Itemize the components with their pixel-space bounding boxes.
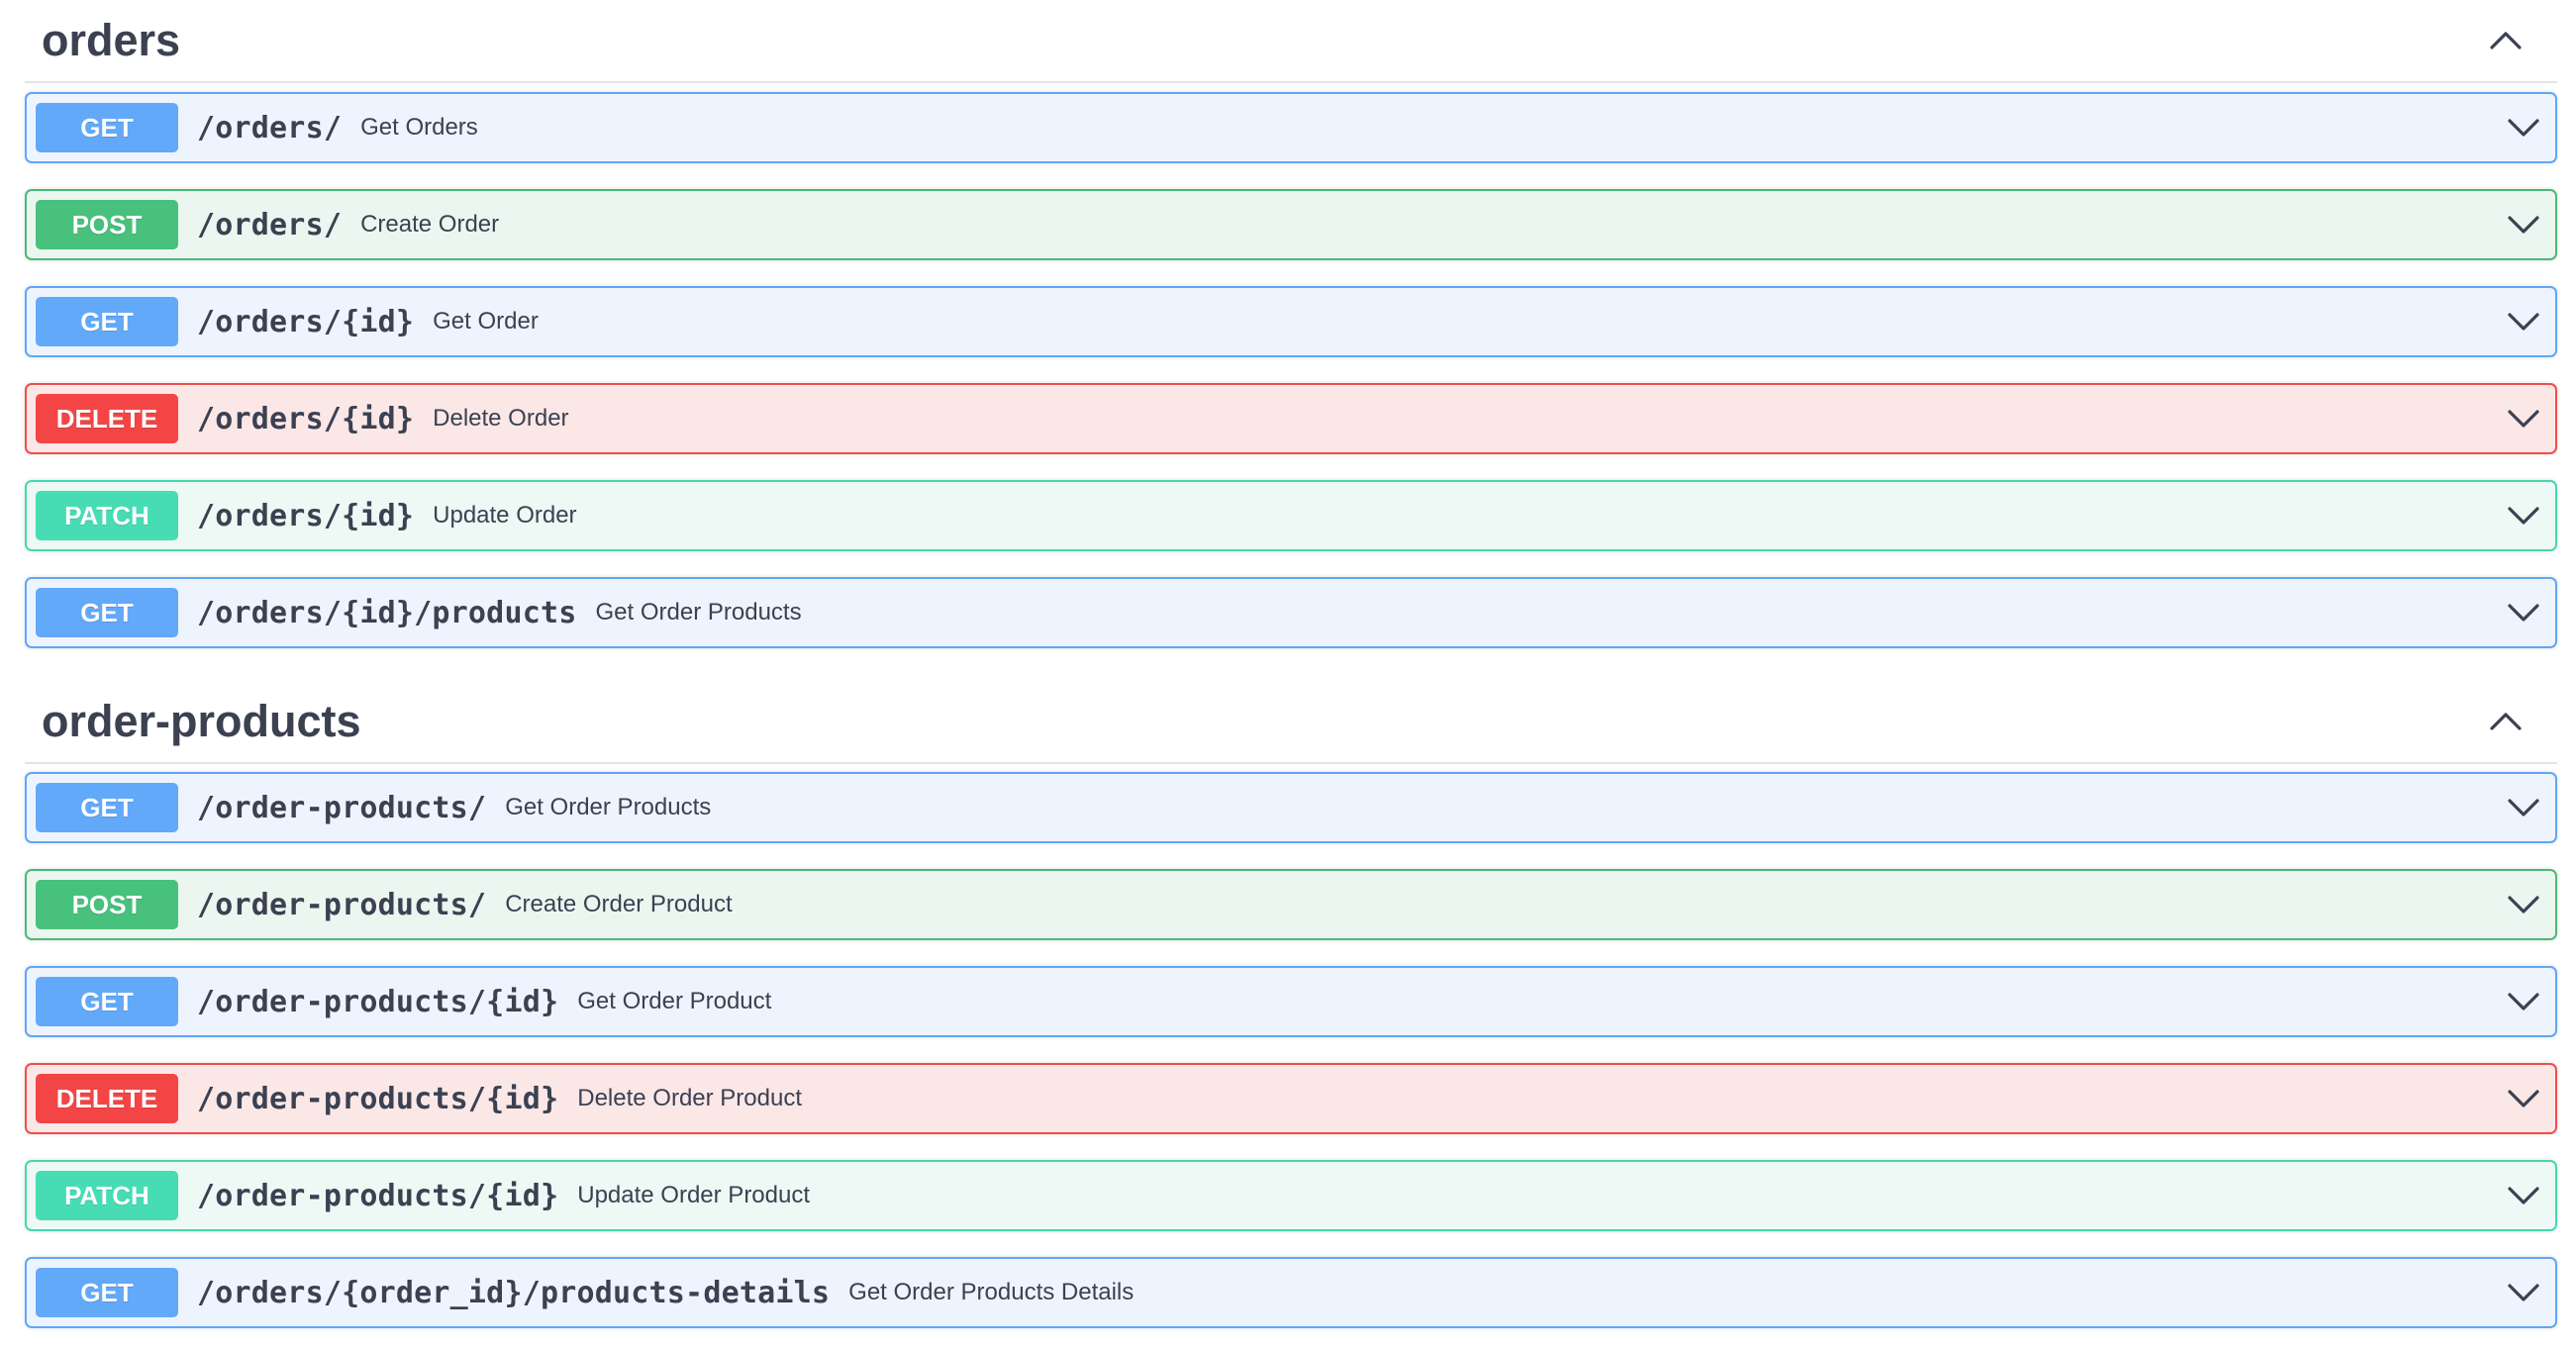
operation-get-orders[interactable]: GET /orders/ Get Orders <box>25 92 2557 163</box>
method-badge-get: GET <box>36 1268 178 1317</box>
operation-update-order-product[interactable]: PATCH /order-products/{id} Update Order … <box>25 1160 2557 1231</box>
chevron-down-icon[interactable] <box>2502 300 2545 343</box>
section-title: orders <box>42 15 181 65</box>
method-badge-get: GET <box>36 103 178 152</box>
chevron-down-icon[interactable] <box>2502 980 2545 1023</box>
operation-summary: Delete Order Product <box>577 1085 803 1111</box>
section-header-order-products[interactable]: order-products <box>25 681 2557 764</box>
operation-path: /order-products/{id} <box>197 1081 559 1116</box>
operation-path: /orders/ <box>197 110 343 145</box>
chevron-down-icon[interactable] <box>2502 1174 2545 1217</box>
section-header-orders[interactable]: orders <box>25 0 2557 83</box>
operation-get-order[interactable]: GET /orders/{id} Get Order <box>25 286 2557 357</box>
operation-get-order-products[interactable]: GET /orders/{id}/products Get Order Prod… <box>25 577 2557 648</box>
chevron-down-icon[interactable] <box>2502 1271 2545 1314</box>
operation-summary: Update Order Product <box>577 1182 811 1208</box>
chevron-down-icon[interactable] <box>2502 397 2545 440</box>
chevron-down-icon[interactable] <box>2502 786 2545 829</box>
chevron-up-icon[interactable] <box>2484 19 2527 62</box>
operation-path: /order-products/{id} <box>197 1178 559 1213</box>
chevron-down-icon[interactable] <box>2502 883 2545 926</box>
operation-create-order-product[interactable]: POST /order-products/ Create Order Produ… <box>25 869 2557 940</box>
method-badge-delete: DELETE <box>36 394 178 443</box>
method-badge-patch: PATCH <box>36 491 178 540</box>
operation-delete-order-product[interactable]: DELETE /order-products/{id} Delete Order… <box>25 1063 2557 1134</box>
chevron-down-icon[interactable] <box>2502 1077 2545 1120</box>
chevron-down-icon[interactable] <box>2502 591 2545 634</box>
operation-get-order-products-details[interactable]: GET /orders/{order_id}/products-details … <box>25 1257 2557 1328</box>
operation-summary: Create Order <box>360 211 500 238</box>
operation-path: /orders/ <box>197 207 343 242</box>
chevron-down-icon[interactable] <box>2502 494 2545 537</box>
operation-summary: Get Order Products <box>505 794 712 820</box>
operation-summary: Delete Order <box>433 405 569 432</box>
operation-summary: Get Orders <box>360 114 478 141</box>
operation-get-order-product[interactable]: GET /order-products/{id} Get Order Produ… <box>25 966 2557 1037</box>
operation-path: /order-products/ <box>197 790 487 825</box>
operation-delete-order[interactable]: DELETE /orders/{id} Delete Order <box>25 383 2557 454</box>
method-badge-patch: PATCH <box>36 1171 178 1220</box>
method-badge-get: GET <box>36 977 178 1026</box>
operation-path: /order-products/{id} <box>197 984 559 1019</box>
chevron-down-icon[interactable] <box>2502 106 2545 149</box>
chevron-up-icon[interactable] <box>2484 700 2527 743</box>
operation-path: /orders/{order_id}/products-details <box>197 1275 831 1310</box>
method-badge-get: GET <box>36 783 178 832</box>
operation-summary: Get Order <box>433 308 539 335</box>
operation-path: /orders/{id} <box>197 401 415 436</box>
operation-path: /orders/{id} <box>197 498 415 533</box>
operation-summary: Get Order Product <box>577 988 772 1014</box>
operation-summary: Update Order <box>433 502 577 529</box>
chevron-down-icon[interactable] <box>2502 203 2545 246</box>
operation-summary: Create Order Product <box>505 891 733 917</box>
method-badge-delete: DELETE <box>36 1074 178 1123</box>
operation-path: /orders/{id} <box>197 304 415 339</box>
method-badge-get: GET <box>36 588 178 637</box>
method-badge-post: POST <box>36 880 178 929</box>
section-title: order-products <box>42 696 361 746</box>
operation-summary: Get Order Products Details <box>848 1279 1135 1305</box>
operation-update-order[interactable]: PATCH /orders/{id} Update Order <box>25 480 2557 551</box>
operation-create-order[interactable]: POST /orders/ Create Order <box>25 189 2557 260</box>
operation-summary: Get Order Products <box>595 599 802 626</box>
operation-get-order-products-list[interactable]: GET /order-products/ Get Order Products <box>25 772 2557 843</box>
method-badge-post: POST <box>36 200 178 249</box>
operation-path: /order-products/ <box>197 887 487 922</box>
api-docs: orders GET /orders/ Get Orders POST /ord… <box>0 0 2576 1348</box>
operation-path: /orders/{id}/products <box>197 595 577 630</box>
method-badge-get: GET <box>36 297 178 346</box>
